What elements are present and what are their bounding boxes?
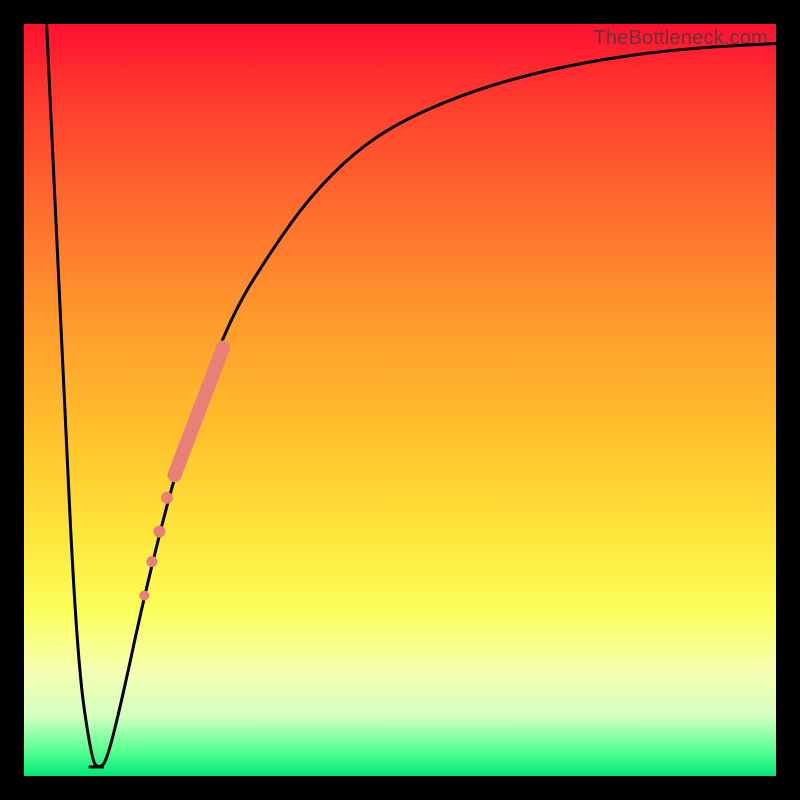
chart-frame: TheBottleneck.com	[0, 0, 800, 800]
highlight-dot	[153, 526, 165, 538]
highlight-dot	[139, 591, 149, 601]
plot-area: TheBottleneck.com	[24, 24, 776, 776]
highlight-dot	[161, 492, 173, 504]
bottleneck-curve	[47, 24, 776, 767]
highlight-thick-segment	[174, 347, 223, 475]
curve-layer	[24, 24, 776, 776]
highlight-markers	[139, 347, 223, 600]
highlight-dot	[146, 556, 157, 567]
